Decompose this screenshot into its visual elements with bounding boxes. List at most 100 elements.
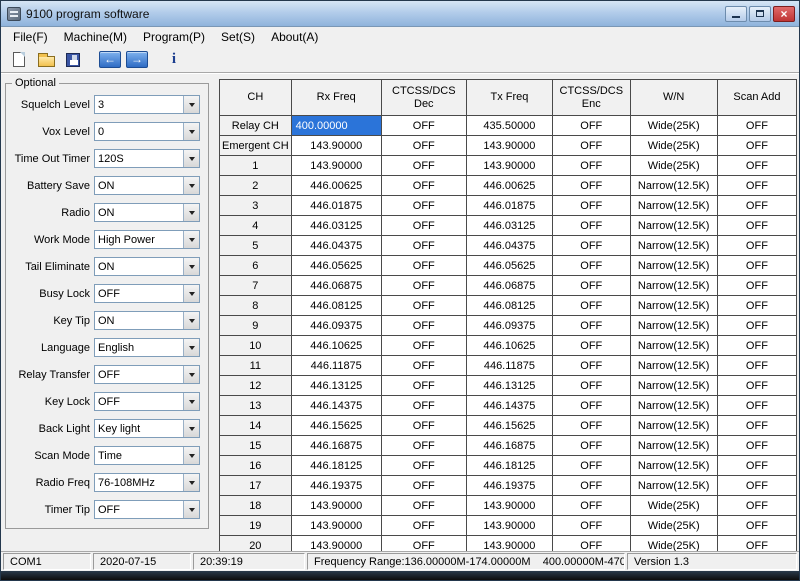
- cell[interactable]: 446.03125: [466, 216, 552, 236]
- cell[interactable]: 143.90000: [291, 536, 381, 552]
- cell[interactable]: Narrow(12.5K): [630, 316, 717, 336]
- combo-battery-save[interactable]: ON: [94, 176, 200, 195]
- cell[interactable]: Narrow(12.5K): [630, 296, 717, 316]
- cell[interactable]: OFF: [381, 136, 466, 156]
- cell[interactable]: OFF: [553, 256, 630, 276]
- combo-language[interactable]: English: [94, 338, 200, 357]
- cell[interactable]: Wide(25K): [630, 536, 717, 552]
- cell[interactable]: 446.06875: [291, 276, 381, 296]
- cell[interactable]: OFF: [553, 296, 630, 316]
- menu-item-about-a[interactable]: About(A): [263, 28, 326, 46]
- combo-dropdown-button[interactable]: [183, 150, 199, 167]
- cell[interactable]: 143.90000: [291, 156, 381, 176]
- menu-item-set-s[interactable]: Set(S): [213, 28, 263, 46]
- row-header[interactable]: 5: [220, 236, 292, 256]
- menu-item-program-p[interactable]: Program(P): [135, 28, 213, 46]
- cell[interactable]: OFF: [717, 376, 796, 396]
- cell[interactable]: 446.08125: [466, 296, 552, 316]
- row-header[interactable]: 16: [220, 456, 292, 476]
- row-header[interactable]: 8: [220, 296, 292, 316]
- cell[interactable]: OFF: [553, 276, 630, 296]
- cell[interactable]: OFF: [381, 296, 466, 316]
- new-file-button[interactable]: [7, 49, 31, 71]
- cell[interactable]: OFF: [381, 476, 466, 496]
- combo-tail-eliminate[interactable]: ON: [94, 257, 200, 276]
- cell[interactable]: OFF: [553, 316, 630, 336]
- cell[interactable]: 446.14375: [291, 396, 381, 416]
- cell[interactable]: 446.13125: [291, 376, 381, 396]
- cell[interactable]: OFF: [381, 116, 466, 136]
- cell[interactable]: 143.90000: [291, 136, 381, 156]
- cell[interactable]: 446.05625: [291, 256, 381, 276]
- cell[interactable]: OFF: [553, 156, 630, 176]
- cell[interactable]: 446.15625: [466, 416, 552, 436]
- combo-dropdown-button[interactable]: [183, 501, 199, 518]
- cell[interactable]: 143.90000: [291, 496, 381, 516]
- cell[interactable]: 446.16875: [466, 436, 552, 456]
- cell[interactable]: OFF: [553, 496, 630, 516]
- open-file-button[interactable]: [34, 49, 58, 71]
- save-file-button[interactable]: [61, 49, 85, 71]
- cell[interactable]: OFF: [717, 396, 796, 416]
- cell[interactable]: 446.19375: [291, 476, 381, 496]
- cell[interactable]: Narrow(12.5K): [630, 336, 717, 356]
- cell[interactable]: 143.90000: [466, 516, 552, 536]
- row-header[interactable]: 4: [220, 216, 292, 236]
- cell[interactable]: OFF: [553, 536, 630, 552]
- cell[interactable]: 446.04375: [466, 236, 552, 256]
- cell[interactable]: 435.50000: [466, 116, 552, 136]
- cell[interactable]: 143.90000: [466, 496, 552, 516]
- combo-dropdown-button[interactable]: [183, 420, 199, 437]
- cell[interactable]: Narrow(12.5K): [630, 456, 717, 476]
- combo-radio[interactable]: ON: [94, 203, 200, 222]
- combo-timer-tip[interactable]: OFF: [94, 500, 200, 519]
- cell[interactable]: 446.14375: [466, 396, 552, 416]
- cell[interactable]: OFF: [381, 236, 466, 256]
- write-to-radio-button[interactable]: →: [125, 49, 149, 71]
- cell[interactable]: 143.90000: [466, 156, 552, 176]
- cell[interactable]: OFF: [381, 496, 466, 516]
- cell[interactable]: Wide(25K): [630, 116, 717, 136]
- combo-key-tip[interactable]: ON: [94, 311, 200, 330]
- cell[interactable]: OFF: [381, 216, 466, 236]
- cell[interactable]: OFF: [717, 196, 796, 216]
- combo-dropdown-button[interactable]: [183, 258, 199, 275]
- combo-squelch-level[interactable]: 3: [94, 95, 200, 114]
- cell[interactable]: Wide(25K): [630, 496, 717, 516]
- cell[interactable]: OFF: [381, 276, 466, 296]
- row-header[interactable]: Relay CH: [220, 116, 292, 136]
- cell[interactable]: OFF: [717, 176, 796, 196]
- cell[interactable]: OFF: [553, 396, 630, 416]
- cell[interactable]: OFF: [717, 336, 796, 356]
- cell[interactable]: OFF: [717, 216, 796, 236]
- cell[interactable]: Wide(25K): [630, 516, 717, 536]
- cell[interactable]: OFF: [717, 536, 796, 552]
- row-header[interactable]: 10: [220, 336, 292, 356]
- cell[interactable]: OFF: [381, 416, 466, 436]
- row-header[interactable]: 17: [220, 476, 292, 496]
- cell[interactable]: OFF: [717, 476, 796, 496]
- cell[interactable]: 446.11875: [466, 356, 552, 376]
- menu-item-machine-m[interactable]: Machine(M): [56, 28, 135, 46]
- cell[interactable]: 446.03125: [291, 216, 381, 236]
- combo-time-out-timer[interactable]: 120S: [94, 149, 200, 168]
- read-from-radio-button[interactable]: ←: [98, 49, 122, 71]
- cell[interactable]: Narrow(12.5K): [630, 396, 717, 416]
- cell[interactable]: OFF: [381, 156, 466, 176]
- cell[interactable]: Narrow(12.5K): [630, 436, 717, 456]
- cell[interactable]: Narrow(12.5K): [630, 196, 717, 216]
- cell[interactable]: OFF: [717, 456, 796, 476]
- row-header[interactable]: 14: [220, 416, 292, 436]
- maximize-button[interactable]: [749, 6, 771, 22]
- cell[interactable]: 446.09375: [466, 316, 552, 336]
- row-header[interactable]: 7: [220, 276, 292, 296]
- cell[interactable]: OFF: [553, 356, 630, 376]
- row-header[interactable]: 11: [220, 356, 292, 376]
- cell[interactable]: OFF: [553, 476, 630, 496]
- row-header[interactable]: 13: [220, 396, 292, 416]
- row-header[interactable]: 18: [220, 496, 292, 516]
- cell[interactable]: OFF: [381, 456, 466, 476]
- combo-dropdown-button[interactable]: [183, 474, 199, 491]
- cell[interactable]: OFF: [717, 136, 796, 156]
- combo-vox-level[interactable]: 0: [94, 122, 200, 141]
